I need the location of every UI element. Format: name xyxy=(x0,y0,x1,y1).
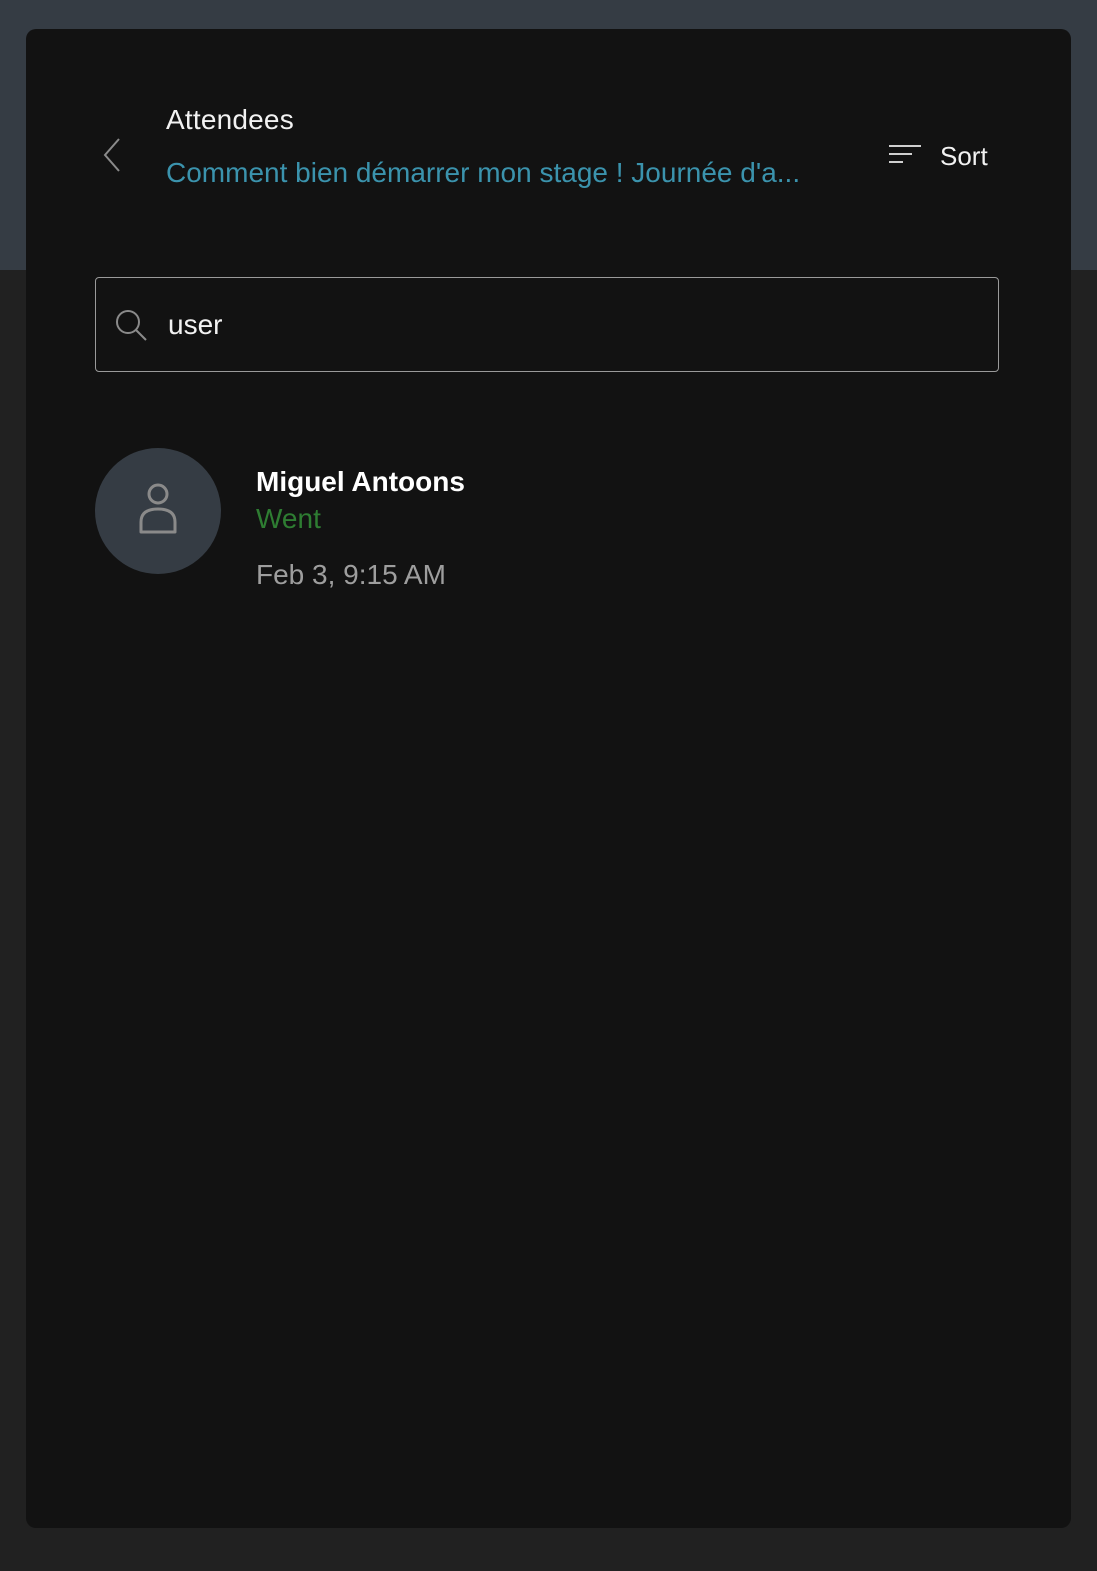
sort-lines-icon xyxy=(888,142,922,171)
search-icon xyxy=(114,308,148,342)
search-input[interactable] xyxy=(166,293,970,356)
search-box[interactable] xyxy=(95,277,999,372)
chevron-left-icon xyxy=(101,136,123,179)
attendance-status: Went xyxy=(256,503,321,534)
page-title: Attendees xyxy=(166,104,294,135)
avatar xyxy=(95,448,221,574)
back-button[interactable] xyxy=(94,132,130,182)
sort-button[interactable]: Sort xyxy=(888,132,988,180)
sort-label: Sort xyxy=(940,140,988,171)
attendee-name: Miguel Antoons xyxy=(256,466,465,497)
attendance-timestamp: Feb 3, 9:15 AM xyxy=(256,559,446,590)
person-icon xyxy=(138,482,178,541)
event-title-link[interactable]: Comment bien démarrer mon stage ! Journé… xyxy=(166,157,856,189)
panel-header: Attendees Comment bien démarrer mon stag… xyxy=(26,29,1071,249)
attendee-row[interactable]: Miguel Antoons Went Feb 3, 9:15 AM xyxy=(95,448,999,590)
attendees-panel: Attendees Comment bien démarrer mon stag… xyxy=(26,29,1071,1528)
